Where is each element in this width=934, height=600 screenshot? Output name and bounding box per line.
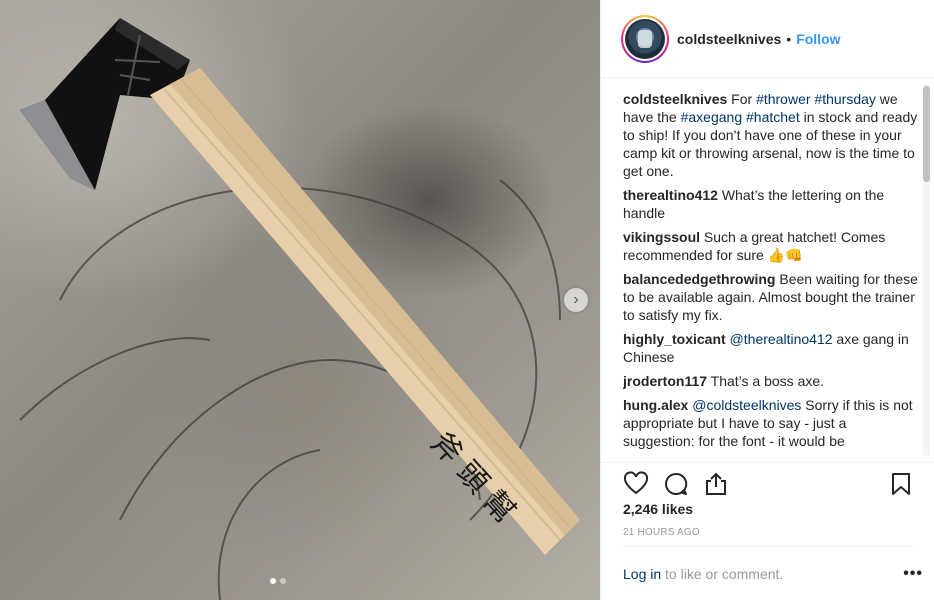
comment-item: hung.alex @coldsteelknives Sorry if this…: [623, 396, 919, 450]
comment-item: jroderton117 That’s a boss axe.: [623, 372, 919, 390]
more-options-icon[interactable]: •••: [903, 565, 923, 583]
follow-button[interactable]: Follow: [796, 31, 840, 47]
comment-username[interactable]: highly_toxicant: [623, 331, 726, 347]
heart-icon[interactable]: [623, 471, 649, 497]
carousel-indicator: [270, 578, 286, 584]
post-sidebar: coldsteelknives • Follow coldsteelknives…: [600, 0, 934, 600]
comment-list: coldsteelknives For #thrower #thursday w…: [623, 90, 919, 456]
comment-item: highly_toxicant @therealtino412 axe gang…: [623, 330, 919, 366]
separator-dot: •: [786, 30, 792, 47]
action-bar: [601, 462, 934, 502]
comment-tag-link[interactable]: @coldsteelknives: [692, 397, 801, 413]
comment-tag-link[interactable]: @therealtino412: [730, 331, 833, 347]
scrollbar-thumb[interactable]: [923, 86, 930, 182]
comment-item: coldsteelknives For #thrower #thursday w…: [623, 90, 919, 180]
comment-tag-link[interactable]: #thursday: [814, 91, 875, 107]
comment-username[interactable]: hung.alex: [623, 397, 688, 413]
comment-item: vikingssoul Such a great hatchet! Comes …: [623, 228, 919, 264]
carousel-dot: [270, 578, 276, 584]
comment-text: For: [731, 91, 757, 107]
avatar-border: [623, 16, 667, 61]
avatar-image: [625, 18, 665, 59]
login-link[interactable]: Log in: [623, 566, 661, 582]
comment-icon[interactable]: [663, 471, 689, 497]
post-header: coldsteelknives • Follow: [601, 0, 934, 78]
comment-tag-link[interactable]: #hatchet: [746, 109, 800, 125]
comments-scrollbar[interactable]: [923, 84, 930, 456]
comment-username[interactable]: vikingssoul: [623, 229, 700, 245]
post-timestamp[interactable]: 21 HOURS AGO: [623, 527, 700, 538]
share-icon[interactable]: [703, 471, 729, 497]
comment-username[interactable]: balancededgethrowing: [623, 271, 775, 287]
comment-text: That’s a boss axe.: [710, 373, 825, 389]
avatar[interactable]: [621, 14, 669, 63]
comment-tag-link[interactable]: #axegang: [681, 109, 743, 125]
comment-item: therealtino412 What’s the lettering on t…: [623, 186, 919, 222]
bookmark-icon[interactable]: [889, 471, 913, 497]
post-username[interactable]: coldsteelknives: [677, 31, 781, 47]
comment-footer: Log in to like or comment. •••: [623, 546, 922, 600]
carousel-next-button[interactable]: ›: [564, 288, 588, 312]
login-prompt-text: to like or comment.: [661, 565, 784, 582]
comment-username[interactable]: therealtino412: [623, 187, 718, 203]
logo-icon: [638, 29, 652, 48]
comment-username[interactable]: coldsteelknives: [623, 91, 727, 107]
chevron-right-icon: ›: [573, 291, 579, 308]
like-count[interactable]: 2,246 likes: [623, 501, 693, 517]
login-prompt: Log in to like or comment.: [623, 566, 783, 582]
comment-tag-link[interactable]: #thrower: [756, 91, 810, 107]
carousel-dot: [280, 578, 286, 584]
comment-username[interactable]: jroderton117: [623, 373, 707, 389]
comment-item: balancededgethrowing Been waiting for th…: [623, 270, 919, 324]
post-photo[interactable]: 斧 頭 幫 ›: [0, 0, 600, 600]
